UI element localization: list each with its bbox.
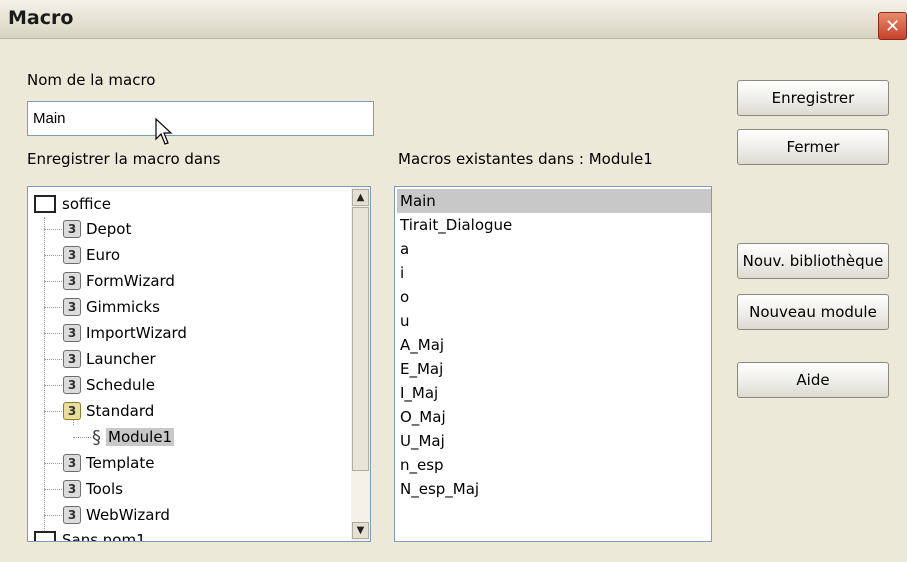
library-icon: 3 — [63, 350, 81, 368]
tree-item-label: Standard — [86, 402, 155, 420]
library-icon: 3 — [63, 220, 81, 238]
tree-item-label: Sans nom1 — [62, 531, 146, 542]
scroll-thumb[interactable] — [352, 207, 369, 471]
macro-list-item[interactable]: A_Maj — [397, 333, 444, 357]
macro-list-item[interactable]: O_Maj — [397, 405, 446, 429]
module-icon: § — [92, 426, 101, 448]
tree-item-schedule[interactable]: 3 Schedule — [63, 373, 155, 397]
tree-item-label: FormWizard — [86, 272, 175, 290]
tree-item-sans-nom1[interactable]: Sans nom1 — [34, 528, 146, 542]
library-icon: 3 — [63, 272, 81, 290]
existing-macros-list[interactable]: Main Tirait_Dialogue a i o u A_Maj E_Maj… — [394, 186, 712, 542]
tree-item-standard[interactable]: 3 Standard — [63, 399, 154, 423]
dialog-title: Macro — [8, 7, 74, 29]
tree-item-soffice[interactable]: soffice — [34, 192, 111, 216]
tree-item-launcher[interactable]: 3 Launcher — [63, 347, 156, 371]
tree-item-module1[interactable]: § Module1 — [92, 425, 175, 449]
tree-item-label: Template — [86, 454, 155, 472]
tree-item-label: Launcher — [86, 350, 156, 368]
close-icon[interactable]: ✕ — [878, 12, 907, 40]
scroll-up-icon[interactable]: ▲ — [352, 189, 369, 206]
scroll-down-icon[interactable]: ▼ — [352, 522, 369, 539]
record-button[interactable]: Enregistrer — [737, 80, 889, 116]
library-icon: 3 — [63, 454, 81, 472]
macro-name-input[interactable] — [27, 101, 374, 136]
macro-list-item[interactable]: Tirait_Dialogue — [397, 213, 512, 237]
tree-item-label: soffice — [62, 195, 111, 213]
macro-list-item[interactable]: u — [397, 309, 410, 333]
tree-item-label: WebWizard — [86, 506, 170, 524]
tree-item-template[interactable]: 3 Template — [63, 451, 154, 475]
tree-item-euro[interactable]: 3 Euro — [63, 243, 120, 267]
tree-scrollbar[interactable]: ▲ ▼ — [351, 187, 370, 541]
tree-item-webwizard[interactable]: 3 WebWizard — [63, 503, 170, 527]
library-icon: 3 — [63, 376, 81, 394]
library-icon: 3 — [63, 324, 81, 342]
library-tree[interactable]: soffice 3 Depot 3 Euro 3 FormWizard 3 Gi… — [27, 186, 371, 542]
macro-list-item[interactable]: i — [397, 261, 404, 285]
tree-item-label: Schedule — [86, 376, 155, 394]
macro-list-item[interactable]: n_esp — [397, 453, 444, 477]
macro-list-item[interactable]: U_Maj — [397, 429, 445, 453]
tree-item-label: Module1 — [106, 428, 175, 446]
macro-list-item[interactable]: E_Maj — [397, 357, 443, 381]
document-icon — [34, 195, 56, 213]
save-in-label: Enregistrer la macro dans — [27, 150, 221, 168]
existing-macros-label: Macros existantes dans : Module1 — [398, 150, 653, 168]
macro-list-item[interactable]: o — [397, 285, 409, 309]
tree-item-label: ImportWizard — [86, 324, 187, 342]
macro-list-item[interactable]: a — [397, 237, 409, 261]
library-icon: 3 — [63, 298, 81, 316]
new-module-button[interactable]: Nouveau module — [737, 294, 889, 330]
library-open-icon: 3 — [63, 402, 81, 420]
tree-item-formwizard[interactable]: 3 FormWizard — [63, 269, 175, 293]
library-icon: 3 — [63, 506, 81, 524]
new-library-button[interactable]: Nouv. bibliothèque — [737, 243, 889, 279]
macro-dialog: Macro ✕ Nom de la macro Enregistrer la m… — [0, 0, 907, 562]
library-icon: 3 — [63, 480, 81, 498]
macro-name-label: Nom de la macro — [27, 71, 156, 89]
mouse-pointer-icon — [155, 117, 173, 145]
close-button[interactable]: Fermer — [737, 129, 889, 165]
tree-item-gimmicks[interactable]: 3 Gimmicks — [63, 295, 160, 319]
tree-item-label: Depot — [86, 220, 132, 238]
document-icon — [34, 531, 56, 541]
tree-item-tools[interactable]: 3 Tools — [63, 477, 123, 501]
macro-list-item[interactable]: Main — [397, 189, 711, 213]
macro-list-item[interactable]: N_esp_Maj — [397, 477, 479, 501]
title-bar: Macro ✕ — [0, 0, 907, 40]
macro-list-item[interactable]: I_Maj — [397, 381, 438, 405]
tree-item-depot[interactable]: 3 Depot — [63, 217, 131, 241]
help-button[interactable]: Aide — [737, 362, 889, 398]
tree-item-label: Tools — [86, 480, 123, 498]
tree-item-label: Euro — [86, 246, 120, 264]
tree-item-label: Gimmicks — [86, 298, 160, 316]
library-icon: 3 — [63, 246, 81, 264]
tree-item-importwizard[interactable]: 3 ImportWizard — [63, 321, 187, 345]
